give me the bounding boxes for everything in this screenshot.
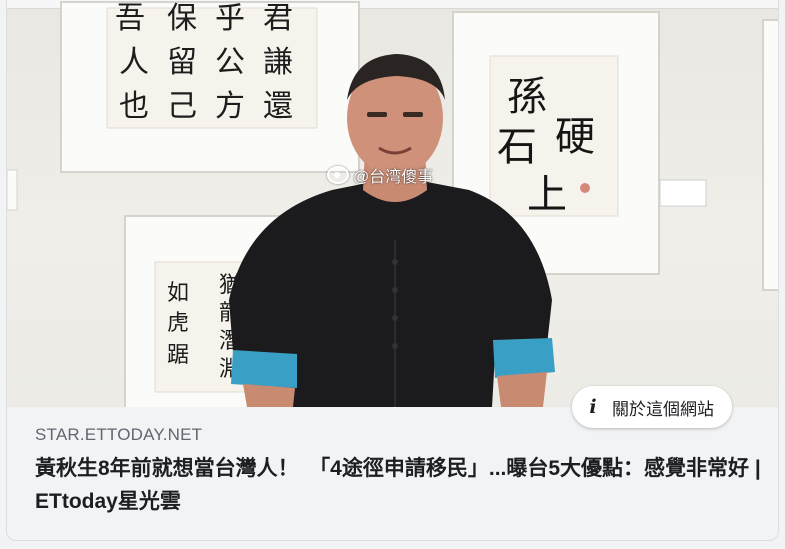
watermark-text: @台湾傻事 [353,169,434,186]
link-preview-card[interactable]: 吾保乎君人留公謙也己方還 孫石硬上 如虎踞猶龍潛淵 @台湾傻事 i 關於這個網站… [6,0,779,541]
wall-label [659,179,707,207]
calligraphy-char: 石 [497,124,537,170]
calligraphy-char: 硬 [555,114,595,160]
calligraphy-char: 公 [215,45,245,80]
calligraphy-char: 己 [167,89,197,124]
calligraphy-char: 人 [119,45,149,80]
calligraphy-char: 孫 [507,74,547,120]
frame-left-edge [7,169,18,211]
calligraphy-char: 踞 [167,343,189,368]
calligraphy-char: 謙 [263,45,293,80]
link-title[interactable]: 黃秋生8年前就想當台灣人！ 「4途徑申請移民」...曝台5大優點：感覺非常好 |… [35,452,765,518]
about-this-website-button[interactable]: i 關於這個網站 [572,386,732,428]
calligraphy-char: 吾 [115,1,145,36]
calligraphy-char: 君 [263,1,293,36]
calligraphy-char: 還 [263,89,293,124]
calligraphy-char: 也 [119,89,149,124]
photo-illustration: 吾保乎君人留公謙也己方還 孫石 硬上 如虎踞猶龍潛淵 [7,1,778,407]
calligraphy-char: 上 [527,172,567,218]
info-icon: i [589,396,597,418]
calligraphy-char: 留 [167,45,197,80]
link-domain: STAR.ETTODAY.NET [35,425,203,444]
weibo-icon [327,166,349,184]
calligraphy-char: 如 [167,281,189,306]
about-this-website-label: 關於這個網站 [612,399,714,419]
calligraphy-char: 虎 [167,311,189,336]
calligraphy-char: 保 [167,1,197,36]
calligraphy-char: 乎 [215,1,245,36]
photo-watermark: @台湾傻事 [327,163,433,187]
article-photo[interactable]: 吾保乎君人留公謙也己方還 孫石硬上 如虎踞猶龍潛淵 @台湾傻事 [7,0,778,407]
red-seal-right [580,183,590,193]
calligraphy-char: 方 [215,89,245,124]
frame-right-edge [762,19,778,291]
